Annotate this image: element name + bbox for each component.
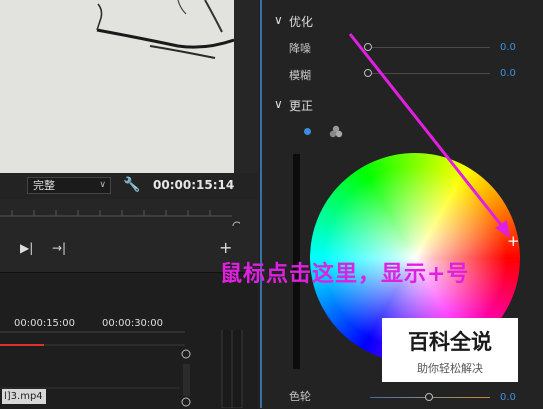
watermark-logo: 百科全说 助你轻松解决 [382, 318, 518, 382]
watermark-title: 百科全说 [408, 330, 492, 354]
watermark-subtitle: 助你轻松解决 [417, 362, 483, 375]
annotation-text: 鼠标点击这里，显示+号 [220, 261, 470, 287]
